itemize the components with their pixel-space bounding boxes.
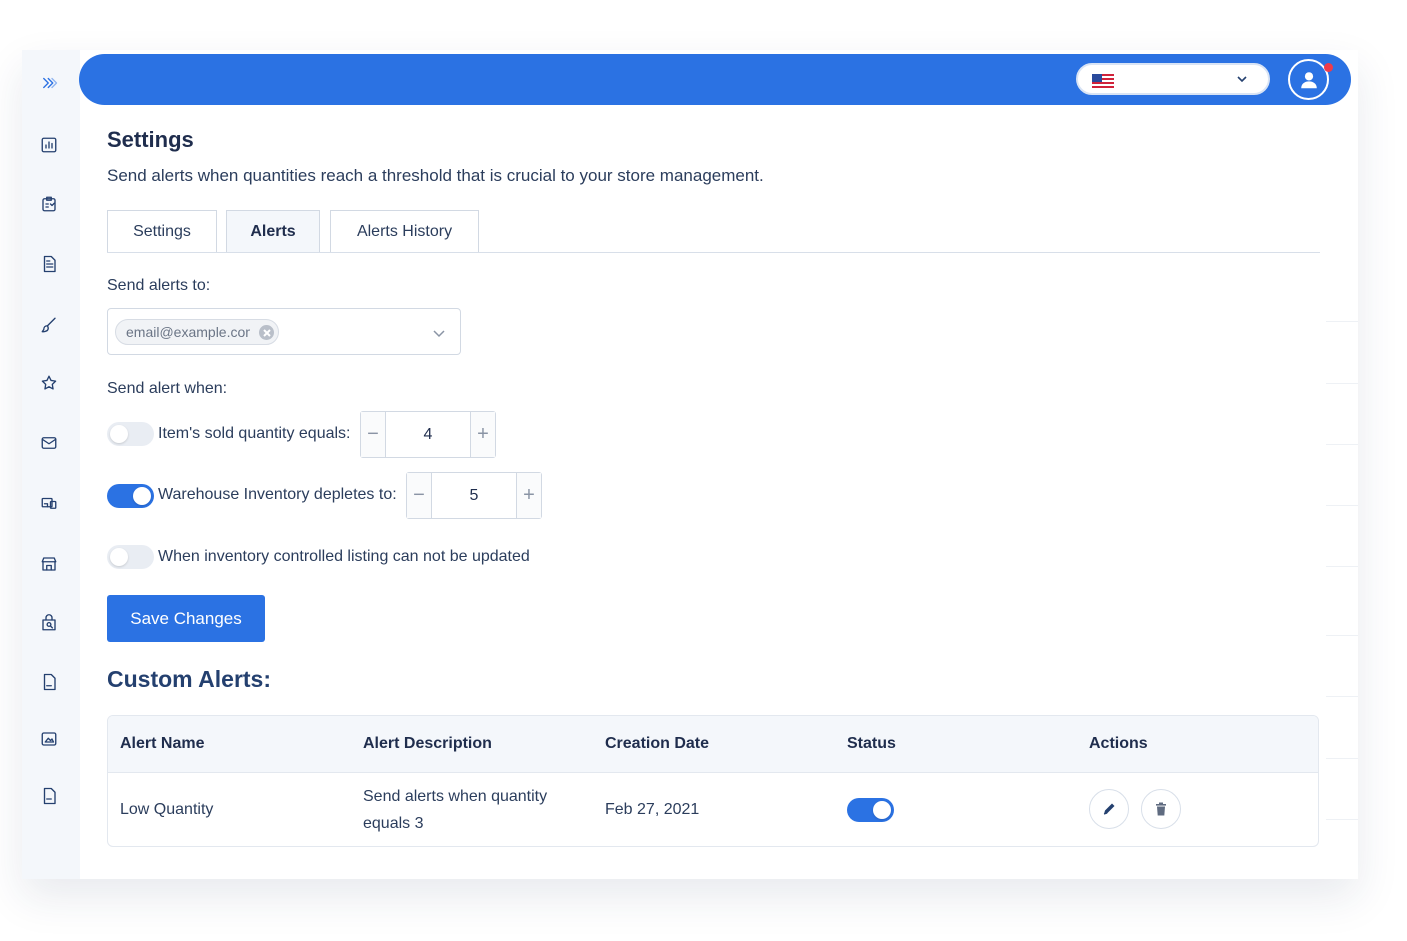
sold-quantity-value[interactable]: 4 xyxy=(386,412,470,457)
background-divider xyxy=(1326,321,1358,322)
toggle-knob xyxy=(110,425,128,443)
alert-description-line-1: Send alerts when quantity xyxy=(363,788,548,805)
page-title: Settings xyxy=(107,127,194,152)
image-icon[interactable] xyxy=(38,728,60,750)
increment-button[interactable]: + xyxy=(516,473,541,518)
column-alert-name: Alert Name xyxy=(120,735,205,752)
sidebar xyxy=(22,50,80,879)
background-divider xyxy=(1326,505,1358,506)
background-divider xyxy=(1326,566,1358,567)
sold-quantity-label: Item's sold quantity equals: xyxy=(158,425,351,442)
decrement-button[interactable]: − xyxy=(407,473,432,518)
email-chip: email@example.com xyxy=(115,319,279,345)
save-changes-button[interactable]: Save Changes xyxy=(107,595,265,642)
column-alert-description: Alert Description xyxy=(363,735,492,752)
pdf-file-icon[interactable] xyxy=(38,671,60,693)
toggle-knob xyxy=(133,487,151,505)
decrement-button[interactable]: − xyxy=(361,412,386,457)
column-creation-date: Creation Date xyxy=(605,735,710,752)
edit-alert-button[interactable] xyxy=(1089,789,1129,829)
listing-update-toggle[interactable] xyxy=(107,545,154,569)
table-header: Alert Name Alert Description Creation Da… xyxy=(108,716,1318,773)
custom-alerts-title: Custom Alerts: xyxy=(107,666,271,692)
pencil-icon xyxy=(1103,803,1115,815)
toggle-knob xyxy=(110,548,128,566)
send-to-label: Send alerts to: xyxy=(107,277,211,294)
background-divider xyxy=(1326,819,1358,820)
toggle-knob xyxy=(873,801,891,819)
background-divider xyxy=(1326,696,1358,697)
listing-update-label: When inventory controlled listing can no… xyxy=(158,548,530,565)
expand-chevrons-icon[interactable] xyxy=(38,72,60,94)
delete-alert-button[interactable] xyxy=(1141,789,1181,829)
us-flag-icon xyxy=(1092,74,1114,88)
user-avatar-button[interactable] xyxy=(1288,59,1329,100)
mail-icon[interactable] xyxy=(38,432,60,454)
language-selector[interactable] xyxy=(1076,63,1270,95)
warehouse-inventory-value[interactable]: 5 xyxy=(432,473,516,518)
warehouse-inventory-label: Warehouse Inventory depletes to: xyxy=(158,486,397,503)
sold-quantity-toggle[interactable] xyxy=(107,422,154,446)
notification-dot xyxy=(1324,63,1333,72)
column-status: Status xyxy=(847,735,896,752)
email-chip-text: email@example.com xyxy=(126,324,250,340)
page-subtitle: Send alerts when quantities reach a thre… xyxy=(107,166,764,185)
column-actions: Actions xyxy=(1089,735,1148,752)
background-divider xyxy=(1326,444,1358,445)
trash-icon xyxy=(1156,802,1166,816)
warehouse-inventory-toggle[interactable] xyxy=(107,484,154,508)
tab-alerts[interactable]: Alerts xyxy=(226,210,320,253)
increment-button[interactable]: + xyxy=(470,412,495,457)
background-divider xyxy=(1326,383,1358,384)
custom-alerts-table: Alert Name Alert Description Creation Da… xyxy=(107,715,1319,847)
chevron-down-icon[interactable] xyxy=(432,326,446,340)
chevron-down-icon xyxy=(1237,76,1247,83)
alert-description-line-2: equals 3 xyxy=(363,815,424,832)
alert-name-cell: Low Quantity xyxy=(120,801,214,818)
email-recipients-select[interactable]: email@example.com xyxy=(107,308,461,355)
creation-date-cell: Feb 27, 2021 xyxy=(605,801,700,818)
top-bar xyxy=(79,54,1351,105)
user-icon xyxy=(1300,71,1317,88)
background-divider xyxy=(1326,758,1358,759)
sold-quantity-stepper[interactable]: − 4 + xyxy=(360,411,496,458)
document-icon[interactable] xyxy=(38,253,60,275)
alert-status-toggle[interactable] xyxy=(847,798,894,822)
star-icon[interactable] xyxy=(38,372,60,394)
remove-chip-icon[interactable] xyxy=(259,325,274,340)
background-divider xyxy=(1326,635,1358,636)
bar-chart-icon[interactable] xyxy=(38,134,60,156)
csv-file-icon[interactable] xyxy=(38,785,60,807)
warehouse-inventory-stepper[interactable]: − 5 + xyxy=(406,472,542,519)
tab-settings[interactable]: Settings xyxy=(107,210,217,253)
clipboard-icon[interactable] xyxy=(38,193,60,215)
bag-search-icon[interactable] xyxy=(38,612,60,634)
send-when-label: Send alert when: xyxy=(107,380,228,397)
tabs-divider xyxy=(107,252,1320,253)
tab-alerts-history[interactable]: Alerts History xyxy=(330,210,479,253)
store-icon[interactable] xyxy=(38,553,60,575)
devices-icon[interactable] xyxy=(38,492,60,514)
brush-icon[interactable] xyxy=(38,314,60,336)
